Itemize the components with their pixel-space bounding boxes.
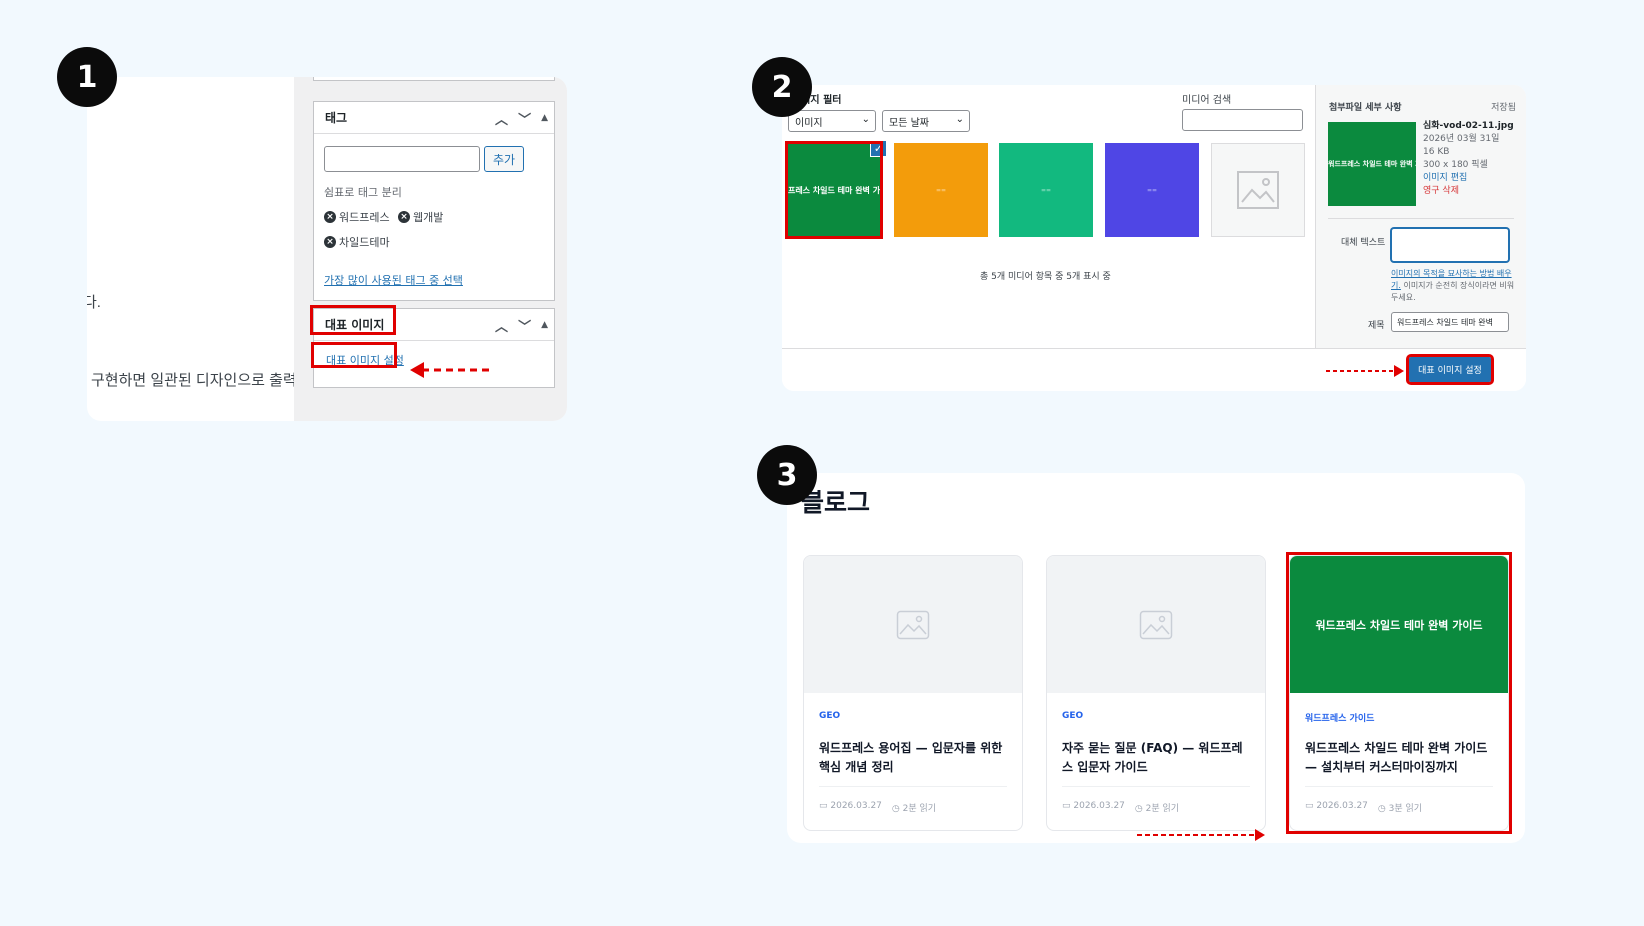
collapse-toggle-icon[interactable]: ▲ (541, 113, 548, 123)
set-featured-image-button-label: 대표 이미지 설정 (1418, 366, 1482, 376)
featured-card-highlight (1286, 552, 1512, 834)
file-name: 심화-vod-02-11.jpg (1423, 121, 1514, 131)
media-date-select[interactable]: 모든 날짜 ⌄ (882, 110, 970, 132)
media-type-select[interactable]: 이미지 ⌄ (788, 110, 876, 132)
featured-title-highlight (310, 305, 396, 335)
content-fragment-1: 다. (87, 294, 101, 311)
title-input[interactable]: 워드프레스 차일드 테마 완벽 (1391, 312, 1509, 332)
move-down-icon[interactable]: ﹀ (518, 316, 531, 335)
edit-image-link[interactable]: 이미지 편집 (1423, 172, 1514, 185)
remove-tag-icon[interactable]: × (324, 236, 336, 248)
post-category[interactable]: GEO (819, 711, 840, 721)
chevron-down-icon: ⌄ (955, 114, 964, 125)
content-fragment-2: 구현하면 일관된 디자인으로 출력 (91, 372, 297, 389)
post-card[interactable]: GEO 워드프레스 용어집 — 입문자를 위한 핵심 개념 정리 ▭ 2026.… (803, 555, 1023, 831)
calendar-icon: ▭ (819, 801, 831, 811)
tag-label: 워드프레스 (339, 211, 390, 224)
post-title[interactable]: 워드프레스 용어집 — 입문자를 위한 핵심 개념 정리 (819, 739, 1009, 777)
post-title[interactable]: 자주 묻는 질문 (FAQ) — 워드프레스 입문자 가이드 (1062, 739, 1252, 777)
chevron-down-icon: ⌄ (861, 114, 870, 125)
blog-listing-panel: 블로그 GEO 워드프레스 용어집 — 입문자를 위한 핵심 개념 정리 ▭ 2… (787, 473, 1525, 843)
media-library-modal: 이미지 필터 이미지 ⌄ 모든 날짜 ⌄ 미디어 검색 워드프레스 차일드 테마… (782, 85, 1526, 391)
media-search-label: 미디어 검색 (1182, 95, 1232, 106)
featured-link-highlight (311, 342, 397, 368)
post-read-time: ◷ 2분 읽기 (1134, 804, 1180, 814)
media-type-value: 이미지 (795, 117, 823, 129)
arrow-right-icon (1137, 829, 1265, 841)
image-placeholder-icon (1237, 171, 1279, 209)
media-thumbnail[interactable]: == (999, 143, 1093, 237)
selected-thumbnail-highlight (785, 141, 883, 239)
post-date: ▭ 2026.03.27 (819, 801, 882, 811)
arrow-right-icon (1326, 365, 1404, 377)
alt-text-input[interactable] (1391, 228, 1509, 262)
step-1-badge: 1 (57, 47, 117, 107)
file-dimensions: 300 x 180 픽셀 (1423, 160, 1488, 170)
calendar-icon: ▭ (1062, 801, 1074, 811)
tag-chip: × 차일드테마 (324, 234, 390, 250)
tags-box-header: 태그 ︿ ﹀ ▲ (314, 102, 554, 134)
file-meta: 심화-vod-02-11.jpg 2026년 03월 31일 16 KB 300… (1423, 120, 1514, 198)
post-read-time: ◷ 2분 읽기 (891, 804, 937, 814)
remove-tag-icon[interactable]: × (324, 211, 336, 223)
alt-text-label: 대체 텍스트 (1341, 238, 1386, 248)
media-search-input[interactable] (1182, 109, 1303, 131)
post-meta: ▭ 2026.03.27 ◷ 2분 읽기 (819, 801, 936, 814)
media-thumbnail[interactable]: == (1105, 143, 1199, 237)
add-tag-button[interactable]: 추가 (484, 146, 524, 172)
previous-box-edge (313, 77, 555, 81)
popular-tags-link[interactable]: 가장 많이 사용된 태그 중 선택 (324, 272, 463, 288)
collapse-toggle-icon[interactable]: ▲ (541, 320, 548, 330)
move-down-icon[interactable]: ﹀ (518, 109, 531, 128)
post-card-image (804, 556, 1022, 693)
step-3-badge: 3 (757, 445, 817, 505)
saved-status: 저장됨 (1491, 103, 1516, 113)
tag-chip: × 웹개발 (398, 209, 443, 225)
tag-input[interactable] (324, 146, 480, 172)
post-card[interactable]: GEO 자주 묻는 질문 (FAQ) — 워드프레스 입문자 가이드 ▭ 202… (1046, 555, 1266, 831)
attachment-details: 첨부파일 세부 사항 저장됨 워드프레스 차일드 테마 완벽 가이드 심화-vo… (1315, 85, 1526, 348)
clock-icon: ◷ (1134, 804, 1146, 814)
tag-label: 웹개발 (413, 211, 444, 224)
media-count-text: 총 5개 미디어 항목 중 5개 표시 중 (980, 272, 1111, 282)
post-category[interactable]: GEO (1062, 711, 1083, 721)
image-placeholder-icon (1139, 610, 1173, 639)
media-thumbnail-placeholder[interactable] (1211, 143, 1305, 237)
set-featured-image-button[interactable]: 대표 이미지 설정 (1406, 354, 1494, 385)
file-size: 16 KB (1423, 147, 1450, 157)
alt-help-text: 이미지가 순전히 장식이라면 비워두세요. (1391, 281, 1515, 302)
move-up-icon[interactable]: ︿ (495, 316, 508, 335)
details-heading: 첨부파일 세부 사항 (1329, 103, 1402, 113)
editor-sidebar-panel: 다. 구현하면 일관된 디자인으로 출력 태그 ︿ ﹀ ▲ 추가 쉼표로 태그 … (87, 77, 567, 421)
details-divider (1328, 218, 1514, 219)
card-divider (1062, 786, 1250, 787)
media-date-value: 모든 날짜 (889, 117, 929, 129)
card-divider (819, 786, 1007, 787)
post-date: ▭ 2026.03.27 (1062, 801, 1125, 811)
tags-box: 태그 ︿ ﹀ ▲ 추가 쉼표로 태그 분리 × 워드프레스 × 웹개발 × 차일… (313, 101, 555, 301)
delete-permanently-link[interactable]: 영구 삭제 (1423, 185, 1514, 198)
remove-tag-icon[interactable]: × (398, 211, 410, 223)
title-input-value: 워드프레스 차일드 테마 완벽 (1397, 318, 1493, 327)
file-date: 2026년 03월 31일 (1423, 134, 1500, 144)
clock-icon: ◷ (891, 804, 903, 814)
step-2-badge: 2 (752, 57, 812, 117)
media-thumbnail[interactable]: == (894, 143, 988, 237)
post-meta: ▭ 2026.03.27 ◷ 2분 읽기 (1062, 801, 1179, 814)
move-up-icon[interactable]: ︿ (495, 109, 508, 128)
alt-help: 이미지의 목적을 묘사하는 방법 배우기. 이미지가 순전히 장식이라면 비워두… (1391, 268, 1516, 304)
title-label: 제목 (1368, 321, 1385, 331)
image-placeholder-icon (896, 610, 930, 639)
details-thumbnail-text: 워드프레스 차일드 테마 완벽 가이드 (1328, 160, 1416, 168)
tag-label: 차일드테마 (339, 236, 390, 249)
tag-hint: 쉼표로 태그 분리 (324, 186, 402, 199)
arrow-left-icon (410, 362, 490, 378)
post-card-image (1047, 556, 1265, 693)
tags-box-title: 태그 (325, 111, 348, 125)
details-thumbnail: 워드프레스 차일드 테마 완벽 가이드 (1328, 122, 1416, 206)
modal-footer: 대표 이미지 설정 (782, 348, 1526, 391)
tag-chip: × 워드프레스 (324, 209, 390, 225)
